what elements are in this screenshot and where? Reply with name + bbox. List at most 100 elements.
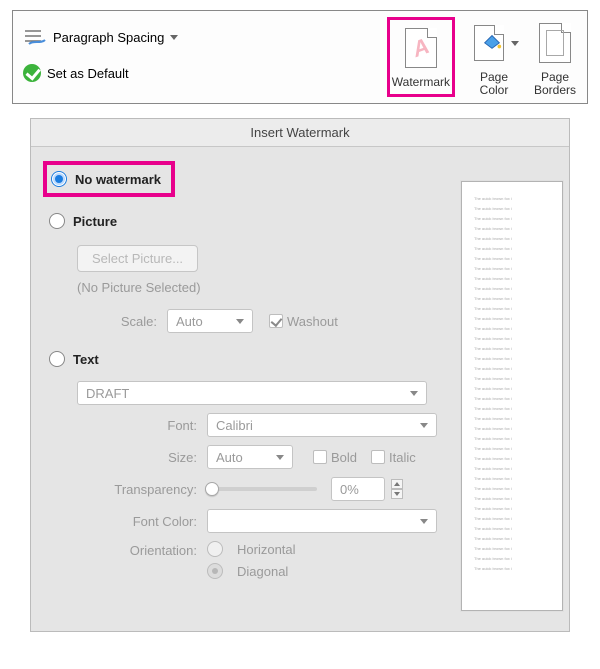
ribbon-left-group: Paragraph Spacing Set as Default bbox=[23, 17, 387, 87]
page-borders-button[interactable]: Page Borders bbox=[533, 17, 577, 97]
preview-text-line: The quick brown fox j bbox=[474, 526, 562, 530]
preview-text-line: The quick brown fox j bbox=[474, 286, 562, 290]
size-label: Size: bbox=[77, 450, 207, 465]
font-color-dropdown[interactable] bbox=[207, 509, 437, 533]
page-color-icon bbox=[474, 25, 504, 61]
paragraph-spacing-label: Paragraph Spacing bbox=[53, 30, 164, 45]
washout-label: Washout bbox=[287, 314, 338, 329]
preview-text-line: The quick brown fox j bbox=[474, 256, 562, 260]
preview-text-line: The quick brown fox j bbox=[474, 536, 562, 540]
orientation-horizontal-radio[interactable] bbox=[207, 541, 223, 557]
preview-text-line: The quick brown fox j bbox=[474, 446, 562, 450]
scale-value: Auto bbox=[176, 314, 203, 329]
dropdown-caret-icon bbox=[170, 35, 178, 40]
bold-checkbox[interactable] bbox=[313, 450, 327, 464]
font-dropdown[interactable]: Calibri bbox=[207, 413, 437, 437]
scale-dropdown[interactable]: Auto bbox=[167, 309, 253, 333]
picture-radio[interactable] bbox=[49, 213, 65, 229]
dialog-controls: No watermark Picture Select Picture... (… bbox=[31, 147, 461, 631]
washout-checkbox[interactable] bbox=[269, 314, 283, 328]
preview-text-line: The quick brown fox j bbox=[474, 476, 562, 480]
size-value: Auto bbox=[216, 450, 243, 465]
picture-subarea: Select Picture... (No Picture Selected) … bbox=[77, 243, 453, 333]
text-radio[interactable] bbox=[49, 351, 65, 367]
page-color-button[interactable]: Page Color bbox=[469, 17, 519, 97]
preview-text-line: The quick brown fox j bbox=[474, 486, 562, 490]
font-value: Calibri bbox=[216, 418, 253, 433]
page-color-label: Page Color bbox=[480, 71, 509, 97]
preview-text-line: The quick brown fox j bbox=[474, 246, 562, 250]
preview-text-line: The quick brown fox j bbox=[474, 516, 562, 520]
dialog-title: Insert Watermark bbox=[31, 119, 569, 147]
font-label: Font: bbox=[77, 418, 207, 433]
preview-text-line: The quick brown fox j bbox=[474, 436, 562, 440]
preview-text-line: The quick brown fox j bbox=[474, 236, 562, 240]
text-radio-label: Text bbox=[73, 352, 99, 367]
highlight-annotation: No watermark bbox=[43, 161, 175, 197]
preview-text-line: The quick brown fox j bbox=[474, 466, 562, 470]
preview-text-line: The quick brown fox j bbox=[474, 206, 562, 210]
transparency-slider[interactable] bbox=[207, 487, 317, 491]
bold-label: Bold bbox=[331, 450, 357, 465]
page-borders-label: Page Borders bbox=[534, 71, 576, 97]
italic-checkbox[interactable] bbox=[371, 450, 385, 464]
watermark-button[interactable]: A Watermark bbox=[387, 17, 455, 97]
preview-text-line: The quick brown fox j bbox=[474, 556, 562, 560]
preview-pane: The quick brown fox j The quick brown fox… bbox=[461, 181, 563, 611]
preview-text-line: The quick brown fox j bbox=[474, 496, 562, 500]
orientation-diagonal-label: Diagonal bbox=[237, 564, 288, 579]
preview-text-line: The quick brown fox j bbox=[474, 546, 562, 550]
preview-text-line: The quick brown fox j bbox=[474, 266, 562, 270]
picture-radio-label: Picture bbox=[73, 214, 117, 229]
orientation-horizontal-label: Horizontal bbox=[237, 542, 296, 557]
preview-text-line: The quick brown fox j bbox=[474, 406, 562, 410]
dropdown-caret-icon bbox=[511, 41, 519, 46]
preview-text-line: The quick brown fox j bbox=[474, 316, 562, 320]
preview-text-line: The quick brown fox j bbox=[474, 356, 562, 360]
preview-text-line: The quick brown fox j bbox=[474, 386, 562, 390]
orientation-diagonal-radio[interactable] bbox=[207, 563, 223, 579]
preview-text-line: The quick brown fox j bbox=[474, 296, 562, 300]
watermark-label: Watermark bbox=[392, 76, 450, 89]
no-watermark-radio[interactable] bbox=[51, 171, 67, 187]
scale-label: Scale: bbox=[77, 314, 167, 329]
font-color-label: Font Color: bbox=[77, 514, 207, 529]
watermark-text-dropdown[interactable]: DRAFT bbox=[77, 381, 427, 405]
paragraph-spacing-button[interactable]: Paragraph Spacing bbox=[23, 23, 387, 51]
select-picture-button[interactable]: Select Picture... bbox=[77, 245, 198, 272]
no-watermark-label: No watermark bbox=[75, 172, 161, 187]
set-as-default-label: Set as Default bbox=[47, 66, 129, 81]
slider-thumb[interactable] bbox=[205, 482, 219, 496]
insert-watermark-dialog: Insert Watermark No watermark Picture Se… bbox=[30, 118, 570, 632]
set-as-default-button[interactable]: Set as Default bbox=[23, 59, 387, 87]
transparency-value: 0% bbox=[340, 482, 359, 497]
preview-text-line: The quick brown fox j bbox=[474, 456, 562, 460]
preview-text-line: The quick brown fox j bbox=[474, 226, 562, 230]
preview-text-line: The quick brown fox j bbox=[474, 566, 562, 570]
transparency-label: Transparency: bbox=[77, 482, 207, 497]
no-picture-selected-label: (No Picture Selected) bbox=[77, 280, 453, 295]
caret-icon bbox=[420, 519, 428, 524]
paragraph-spacing-icon bbox=[23, 28, 47, 46]
preview-text-line: The quick brown fox j bbox=[474, 196, 562, 200]
italic-label: Italic bbox=[389, 450, 416, 465]
preview-text-line: The quick brown fox j bbox=[474, 416, 562, 420]
size-dropdown[interactable]: Auto bbox=[207, 445, 293, 469]
preview-text-line: The quick brown fox j bbox=[474, 216, 562, 220]
preview-text-line: The quick brown fox j bbox=[474, 326, 562, 330]
preview-text-line: The quick brown fox j bbox=[474, 366, 562, 370]
stepper-down[interactable] bbox=[391, 489, 403, 499]
preview-text-line: The quick brown fox j bbox=[474, 336, 562, 340]
ribbon-right-group: A Watermark Page Color bbox=[387, 17, 577, 97]
watermark-icon: A bbox=[405, 28, 437, 68]
preview-text-line: The quick brown fox j bbox=[474, 376, 562, 380]
transparency-field[interactable]: 0% bbox=[331, 477, 385, 501]
check-circle-icon bbox=[23, 64, 41, 82]
stepper-up[interactable] bbox=[391, 479, 403, 489]
preview-text-line: The quick brown fox j bbox=[474, 426, 562, 430]
transparency-stepper[interactable] bbox=[391, 479, 403, 499]
preview-text-line: The quick brown fox j bbox=[474, 306, 562, 310]
page-borders-icon bbox=[539, 23, 571, 63]
preview-text-line: The quick brown fox j bbox=[474, 396, 562, 400]
caret-icon bbox=[276, 455, 284, 460]
